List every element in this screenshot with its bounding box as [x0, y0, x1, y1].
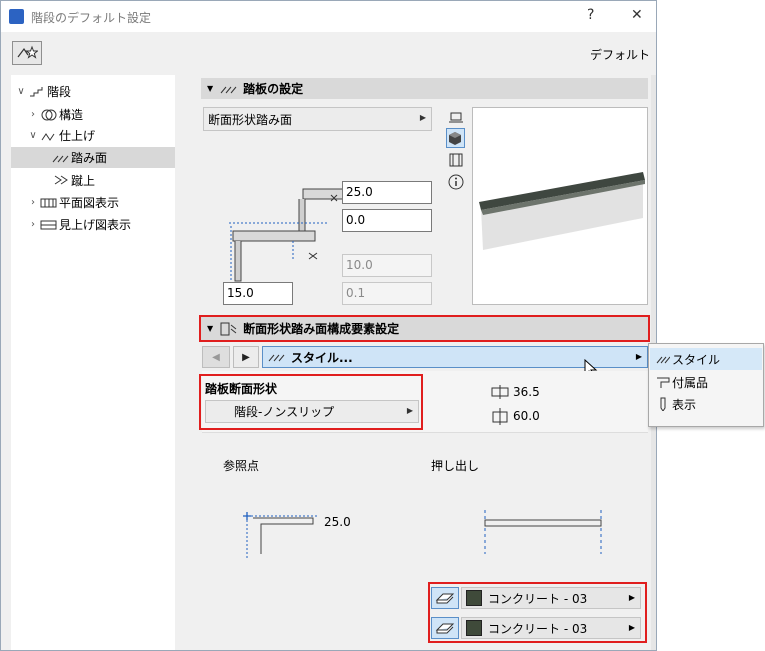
- tree-item-tread[interactable]: 踏み面: [11, 147, 175, 168]
- style-selector-label: スタイル...: [291, 350, 353, 365]
- popup-item-style[interactable]: スタイル: [650, 348, 762, 370]
- plan-view-icon: [39, 196, 59, 210]
- chevron-right-icon[interactable]: ›: [27, 219, 39, 230]
- context-popup-menu: スタイル 付属品 表示: [648, 343, 764, 427]
- title-bar: 階段のデフォルト設定 ? ✕: [1, 1, 656, 32]
- info-icon[interactable]: [447, 173, 465, 191]
- 3d-preview: [472, 107, 648, 305]
- height-icon: [492, 408, 508, 425]
- tolerance-field: 0.1: [342, 282, 432, 305]
- tread-3d-preview-image: [479, 172, 645, 250]
- stair-icon: [27, 85, 47, 99]
- tread-offset-field[interactable]: 0.0: [342, 209, 432, 232]
- tree-item-label: 階段: [47, 85, 72, 99]
- 3d-view-toggle[interactable]: [446, 128, 465, 148]
- highlight-box: [428, 582, 647, 643]
- tree-item-label: 踏み面: [71, 151, 108, 165]
- popup-item-label: スタイル: [672, 352, 721, 367]
- triangle-right-icon: ▶: [242, 351, 250, 363]
- style-icon: [267, 350, 287, 364]
- ref-offset-value: 25.0: [324, 515, 351, 529]
- floor-plan-view-icon[interactable]: [447, 109, 465, 127]
- width-icon: [491, 385, 509, 399]
- tree-item-ceiling-view[interactable]: › 見上げ図表示: [11, 214, 175, 235]
- pencil-icon: [660, 397, 666, 411]
- default-label: デフォルト: [589, 48, 650, 62]
- highlight-box: [199, 315, 650, 342]
- tree-item-label: 見上げ図表示: [59, 218, 132, 232]
- nosing-field: 10.0: [342, 254, 432, 277]
- popup-item-accessory[interactable]: 付属品: [650, 371, 762, 393]
- tree-item-structure[interactable]: › 構造: [11, 104, 175, 125]
- tree-item-stair[interactable]: ∨ 階段: [11, 81, 175, 102]
- tree-item-label: 構造: [59, 108, 84, 122]
- tread-section-header[interactable]: ▼ 踏板の設定: [201, 78, 648, 99]
- structure-icon: [39, 108, 59, 122]
- help-button[interactable]: ?: [587, 7, 594, 23]
- prev-button[interactable]: ◀: [202, 346, 230, 368]
- riser-icon: [51, 174, 71, 188]
- tree-item-label: 蹴上: [71, 174, 96, 188]
- tread-thickness-field[interactable]: 25.0: [342, 181, 432, 204]
- popup-item-display[interactable]: 表示: [650, 393, 762, 415]
- tree-item-plan-view[interactable]: › 平面図表示: [11, 192, 175, 213]
- popup-item-label: 付属品: [672, 375, 709, 390]
- style-icon: [656, 356, 670, 364]
- profile-height-value: 60.0: [513, 409, 540, 423]
- profile-width-value: 36.5: [513, 385, 540, 399]
- section-title: 踏板の設定: [243, 82, 304, 96]
- panel-splitter[interactable]: [175, 75, 189, 650]
- favorites-button[interactable]: [12, 41, 42, 65]
- reference-point-diagram: [243, 512, 319, 558]
- extrusion-label: 押し出し: [431, 459, 480, 473]
- next-button[interactable]: ▶: [233, 346, 259, 368]
- dropdown-value: 断面形状踏み面: [208, 112, 293, 127]
- film-strip-icon[interactable]: [447, 151, 465, 169]
- view-toggle-strip: [446, 109, 465, 194]
- cube-icon: [449, 132, 461, 145]
- close-button[interactable]: ✕: [631, 7, 643, 23]
- tree-item-label: 平面図表示: [59, 196, 120, 210]
- popup-item-label: 表示: [672, 397, 697, 412]
- triangle-right-icon: ▶: [419, 113, 426, 122]
- settings-dialog: 階段のデフォルト設定 ? ✕ デフォルト ∨ 階段 › 構造 ∨ 仕上げ 踏み面: [0, 0, 657, 651]
- collapse-triangle-icon[interactable]: ▼: [207, 84, 213, 93]
- chevron-down-icon[interactable]: ∨: [27, 130, 39, 141]
- window-title: 階段のデフォルト設定: [31, 11, 152, 25]
- tree-item-riser[interactable]: 蹴上: [11, 170, 175, 191]
- chevron-right-icon[interactable]: ›: [27, 109, 39, 120]
- chevron-down-icon[interactable]: ∨: [15, 86, 27, 97]
- tread-type-dropdown[interactable]: 断面形状踏み面 ▶: [203, 107, 432, 131]
- ceiling-view-icon: [39, 218, 59, 232]
- tree-item-finish[interactable]: ∨ 仕上げ: [11, 125, 175, 146]
- tread-depth-field[interactable]: 15.0: [223, 282, 293, 305]
- extrusion-diagram: [484, 510, 602, 554]
- accessory-icon: [657, 377, 670, 388]
- triangle-left-icon: ◀: [212, 351, 220, 363]
- chevron-right-icon[interactable]: ›: [27, 197, 39, 208]
- tread-icon: [219, 82, 239, 96]
- highlight-box: [199, 374, 423, 430]
- settings-tree: ∨ 階段 › 構造 ∨ 仕上げ 踏み面 蹴上 › 平面図表示 › 見上げ図表示: [11, 75, 175, 650]
- tree-item-label: 仕上げ: [59, 129, 96, 143]
- ref-point-label: 参照点: [223, 459, 260, 473]
- favorites-star-icon: [17, 45, 38, 59]
- app-logo-icon: [9, 9, 24, 24]
- tread-icon: [51, 151, 71, 165]
- triangle-right-icon: ▶: [635, 352, 642, 361]
- finish-icon: [39, 129, 59, 143]
